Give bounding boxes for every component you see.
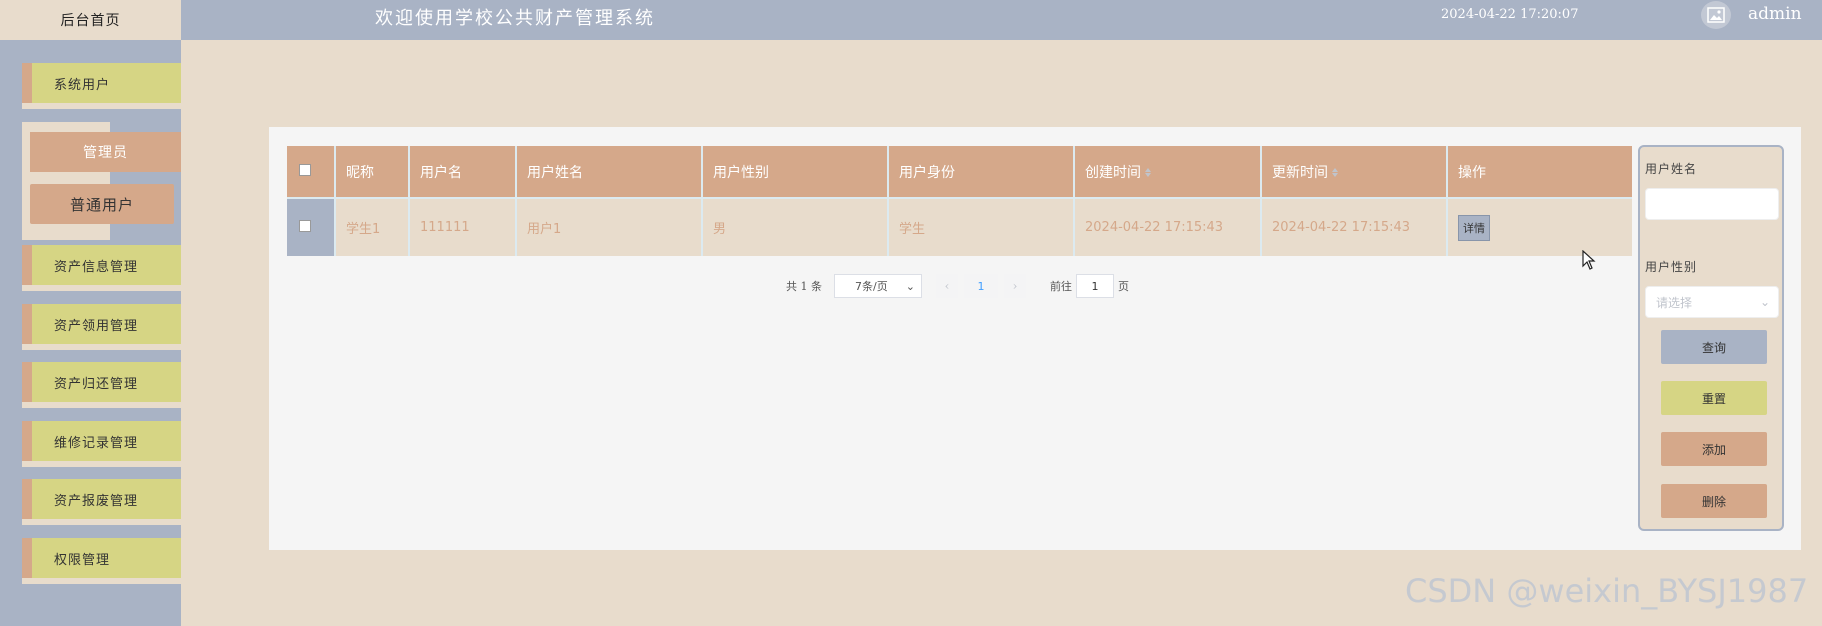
cell-updated: 2024-04-22 17:15:43 xyxy=(1261,197,1448,256)
sidebar-item-label: 资产信息管理 xyxy=(32,245,181,285)
sidebar-item-label: 维修记录管理 xyxy=(32,421,181,461)
cell-action: 详情 xyxy=(1447,197,1632,256)
mouse-cursor-icon xyxy=(1582,249,1596,274)
column-header: 用户性别 xyxy=(702,146,889,198)
select-all-checkbox[interactable] xyxy=(299,163,311,176)
reset-button[interactable]: 重置 xyxy=(1661,381,1767,415)
sidebar-item-label: 权限管理 xyxy=(32,538,181,578)
column-header: 用户姓名 xyxy=(516,146,703,198)
sidebar-item-asset-info[interactable]: 资产信息管理 xyxy=(22,245,181,291)
sidebar-item-repair-records[interactable]: 维修记录管理 xyxy=(22,421,181,467)
sidebar-item-label: 系统用户 xyxy=(32,63,181,103)
prev-page-button[interactable]: ‹ xyxy=(936,274,958,298)
page-size-value: 7条/页 xyxy=(855,280,888,293)
pagination: 共 1 条 7条/页 ⌄ ‹ 1 › 前往 1 页 xyxy=(786,274,1129,298)
site-title: 欢迎使用学校公共财产管理系统 xyxy=(375,8,655,29)
query-button[interactable]: 查询 xyxy=(1661,330,1767,364)
goto-label: 前往 xyxy=(1050,280,1072,293)
page-number[interactable]: 1 xyxy=(964,274,998,298)
home-link[interactable]: 后台首页 xyxy=(0,0,181,40)
column-header: 用户名 xyxy=(409,146,517,198)
top-header: 后台首页 欢迎使用学校公共财产管理系统 2024-04-22 17:20:07 … xyxy=(0,0,1822,40)
goto-page-input[interactable]: 1 xyxy=(1076,274,1114,298)
column-header-sortable[interactable]: 更新时间 xyxy=(1261,146,1448,198)
sidebar-submenu: 管理员 普通用户 xyxy=(22,122,181,240)
column-header-sortable[interactable]: 创建时间 xyxy=(1074,146,1262,198)
cell-identity: 学生 xyxy=(888,197,1075,256)
sidebar-item-asset-scrap[interactable]: 资产报废管理 xyxy=(22,479,181,525)
sidebar-item-label: 资产归还管理 xyxy=(32,362,181,402)
chevron-right-icon: › xyxy=(1012,279,1018,293)
cell-gender: 男 xyxy=(702,197,889,256)
sidebar-subitem-admin[interactable]: 管理员 xyxy=(30,132,181,172)
sidebar-item-asset-requisition[interactable]: 资产领用管理 xyxy=(22,304,181,350)
username[interactable]: admin xyxy=(1748,4,1802,24)
name-search-label: 用户姓名 xyxy=(1645,162,1698,176)
chevron-down-icon: ⌄ xyxy=(1759,295,1770,309)
row-checkbox[interactable] xyxy=(299,219,311,232)
column-header-label: 创建时间 xyxy=(1085,164,1141,181)
sidebar-item-label: 资产报废管理 xyxy=(32,479,181,519)
gender-select-placeholder: 请选择 xyxy=(1656,295,1693,310)
watermark: CSDN @weixin_BYSJ1987 xyxy=(1405,572,1809,610)
select-all-cell xyxy=(287,146,336,198)
sidebar-subitem-normal-user[interactable]: 普通用户 xyxy=(30,184,174,224)
name-search-input[interactable] xyxy=(1645,188,1779,220)
page-size-select[interactable]: 7条/页 ⌄ xyxy=(834,274,922,298)
column-header: 昵称 xyxy=(335,146,410,198)
table-row: 学生1 111111 用户1 男 学生 2024-04-22 17:15:43 … xyxy=(287,197,1632,256)
detail-button[interactable]: 详情 xyxy=(1458,214,1490,241)
column-header: 操作 xyxy=(1447,146,1632,198)
page-suffix: 页 xyxy=(1118,280,1129,293)
sidebar-item-label: 资产领用管理 xyxy=(32,304,181,344)
pagination-total: 共 1 条 xyxy=(786,280,822,293)
cell-username: 111111 xyxy=(409,197,517,256)
search-panel: 用户姓名 用户性别 请选择 ⌄ 查询 重置 添加 删除 xyxy=(1638,145,1784,531)
add-button[interactable]: 添加 xyxy=(1661,432,1767,466)
chevron-down-icon: ⌄ xyxy=(905,279,915,293)
delete-button[interactable]: 删除 xyxy=(1661,484,1767,518)
cell-name: 用户1 xyxy=(516,197,703,256)
sidebar-item-permissions[interactable]: 权限管理 xyxy=(22,538,181,584)
sidebar: 系统用户 管理员 普通用户 资产信息管理 资产领用管理 资产归还管理 维修记录管… xyxy=(0,40,181,626)
sort-icon[interactable] xyxy=(1332,168,1338,177)
gender-select[interactable]: 请选择 ⌄ xyxy=(1645,286,1779,318)
sidebar-item-asset-return[interactable]: 资产归还管理 xyxy=(22,362,181,408)
column-header-label: 更新时间 xyxy=(1272,164,1328,181)
next-page-button[interactable]: › xyxy=(1004,274,1026,298)
row-select-cell xyxy=(287,197,336,256)
sort-icon[interactable] xyxy=(1145,168,1151,177)
current-datetime: 2024-04-22 17:20:07 xyxy=(1441,7,1579,22)
cell-created: 2024-04-22 17:15:43 xyxy=(1074,197,1262,256)
chevron-left-icon: ‹ xyxy=(944,279,950,293)
user-table: 昵称 用户名 用户姓名 用户性别 用户身份 创建时间 更新时间 操作 学生1 1… xyxy=(287,146,1632,256)
sidebar-item-system-users[interactable]: 系统用户 xyxy=(22,63,181,109)
cell-nickname: 学生1 xyxy=(335,197,410,256)
column-header: 用户身份 xyxy=(888,146,1075,198)
gender-search-label: 用户性别 xyxy=(1645,260,1698,274)
avatar-icon[interactable] xyxy=(1701,1,1731,29)
table-header-row: 昵称 用户名 用户姓名 用户性别 用户身份 创建时间 更新时间 操作 xyxy=(287,146,1632,198)
